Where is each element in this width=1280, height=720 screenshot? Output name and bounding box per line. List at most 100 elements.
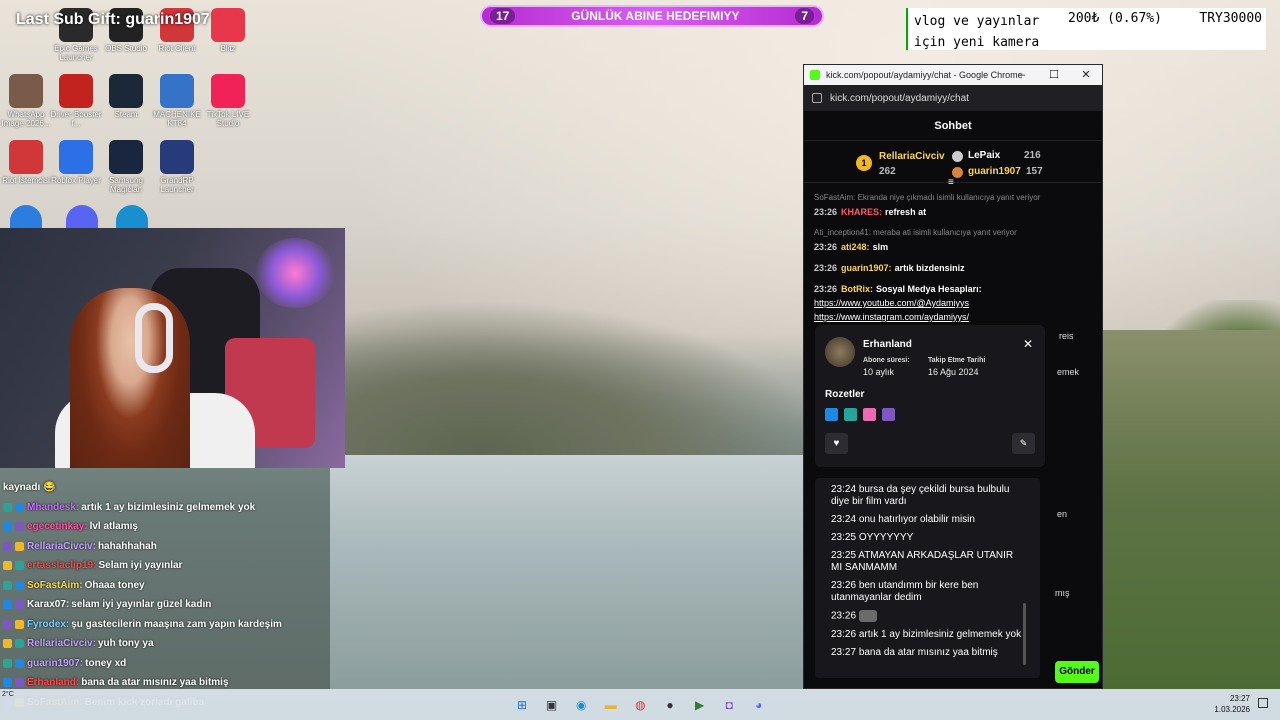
desktop-icon-label: OBS Studio <box>105 44 147 53</box>
system-clock[interactable]: 23:27 1.03.2026 <box>1214 693 1250 715</box>
stream-chat-text: Ohaaa toney <box>84 579 145 591</box>
history-message: 23:24 onu hatırlıyor olabilir misin <box>831 514 1024 526</box>
edge-icon[interactable]: ◉ <box>570 694 592 716</box>
social-link[interactable]: https://www.instagram.com/aydamiyys/ <box>804 310 1104 324</box>
stream-chat-row: SoFastAim: Ohaaa toney <box>0 576 330 596</box>
badges-title: Rozetler <box>825 389 865 400</box>
stream-chat-text: selam iyi yayınlar güzel kadın <box>71 599 212 610</box>
weather-widget[interactable]: 2°C <box>2 691 14 698</box>
grandrp-icon <box>160 140 194 174</box>
app-icon[interactable]: ◘ <box>718 694 740 716</box>
user-profile-card: Erhanland Abone süresi: 10 aylık Takip E… <box>815 325 1045 467</box>
chat-badge-icon <box>15 600 24 610</box>
message-username[interactable]: guarin1907: <box>841 263 892 273</box>
message-username[interactable]: BotRix: <box>841 284 873 294</box>
desktop-icon[interactable]: TikTok LIVE Studio <box>202 74 254 128</box>
close-window-button[interactable]: ✕ <box>1070 65 1102 85</box>
file-explorer-icon[interactable]: ▬ <box>600 694 622 716</box>
chat-message-list: SoFastAim: Ekranda niye çıkmadı isimli k… <box>804 191 1104 324</box>
stream-chat-user: egecetinkay: <box>27 521 88 532</box>
leader-2-name[interactable]: LePaix <box>968 150 1000 161</box>
stream-chat-text: kaynadı 😂 <box>3 482 56 493</box>
user-message-history: 23:24 bursa da şey çekildi bursa bulbulu… <box>815 478 1040 678</box>
chat-message: 23:26 ati248: slm <box>804 240 1104 254</box>
address-bar[interactable]: kick.com/popout/aydamiyy/chat <box>804 85 1102 111</box>
desktop-icon[interactable]: GrandRP Launcher <box>151 140 203 194</box>
driver-booster-icon <box>59 74 93 108</box>
desktop-icon[interactable]: Roblox Player <box>50 140 102 185</box>
desktop-icon-label: Epic Games Launcher <box>54 44 98 62</box>
reply-context[interactable]: Ati_inception41: meraba ati isimli kulla… <box>804 226 1104 240</box>
chat-badge-icon <box>3 580 12 590</box>
maximize-button[interactable]: ☐ <box>1038 65 1070 85</box>
follow-date-label: Takip Etme Tarihi <box>928 357 986 364</box>
chat-badge-icon <box>3 619 12 629</box>
chat-badge-icon <box>15 541 24 551</box>
chat-badge-icon <box>15 522 24 532</box>
social-link[interactable]: https://www.youtube.com/@Aydamiyys <box>804 296 1104 310</box>
reply-context[interactable]: SoFastAim: Ekranda niye çıkmadı isimli k… <box>804 191 1104 205</box>
desktop-icon[interactable]: Steam <box>100 74 152 119</box>
stream-chat-text: lvl atlamış <box>89 521 138 532</box>
message-text: slm <box>872 242 889 252</box>
user-avatar <box>825 337 855 367</box>
history-message: 23:26 <box>831 610 1024 623</box>
windows-start-icon[interactable]: ⊞ <box>511 694 533 716</box>
send-button[interactable]: Gönder <box>1055 661 1099 683</box>
site-info-icon[interactable] <box>812 93 822 103</box>
goal-right-count: 7 <box>795 8 814 24</box>
follow-date-value: 16 Ağu 2024 <box>928 367 979 377</box>
weather-temp: 2°C <box>2 691 14 698</box>
leader-3-name[interactable]: guarin1907 <box>968 166 1021 177</box>
history-scrollbar[interactable] <box>1023 603 1026 665</box>
follow-heart-button[interactable]: ♥ <box>825 433 848 454</box>
desktop-icon[interactable]: Samsung Magician <box>100 140 152 194</box>
history-text: bursa da şey çekildi bursa bulbulu diye … <box>831 484 1010 507</box>
desktop-icon[interactable]: WhatsApp Image 2026... <box>0 74 52 128</box>
leader-1-score: 262 <box>879 166 896 177</box>
desktop-icon-label: MACHENIKE KT84 <box>153 110 201 128</box>
desktop-icon-label: GrandRP Launcher <box>160 176 194 194</box>
riot-client-icon <box>9 140 43 174</box>
stream-chat-row: Mhandesk: artık 1 ay bizimlesiniz gelmeme… <box>0 498 330 518</box>
chrome-icon[interactable]: ◍ <box>629 694 651 716</box>
stream-chat-text: artık 1 ay bizimlesiniz gelmemek yok <box>81 501 256 513</box>
wallpaper-meadow <box>1100 330 1280 690</box>
goal-label: GÜNLÜK ABINE HEDEFIMIYY <box>571 9 740 23</box>
donation-amount: 200₺ (0.67%) <box>1068 11 1162 26</box>
stream-chat-row: Karax07: selam iyi yayınlar güzel kadın <box>0 595 330 615</box>
message-username[interactable]: KHARES: <box>841 207 882 217</box>
discord-icon[interactable] <box>66 205 98 228</box>
chat-badge-icon <box>15 639 24 649</box>
chat-message: 23:26 KHARES: refresh at <box>804 205 1104 219</box>
prime-badge-icon <box>825 408 838 421</box>
discord-icon[interactable]: ◕ <box>748 694 770 716</box>
expand-leaderboard-icon[interactable]: ≡ <box>948 177 954 188</box>
chat-badge-icon <box>3 522 12 532</box>
desktop-icon[interactable]: Riot İstemcisi <box>0 140 52 185</box>
task-view-icon[interactable]: ▣ <box>541 694 563 716</box>
card-username: Erhanland <box>863 339 912 350</box>
desktop-icon-label: Riot İstemcisi <box>2 176 50 185</box>
last-sub-gift-overlay: Last Sub Gift: guarin1907 <box>16 11 210 28</box>
desktop-icon[interactable]: MACHENIKE KT84 <box>151 74 203 128</box>
edit-button[interactable]: ✎ <box>1012 433 1035 454</box>
history-message: 23:27 bana da atar mısınız yaa bitmiş <box>831 647 1024 659</box>
donation-line-1: vlog ve yayınlar <box>914 14 1040 29</box>
minimize-button[interactable]: – <box>1006 65 1038 85</box>
history-message: 23:24 bursa da şey çekildi bursa bulbulu… <box>831 484 1024 508</box>
message-time: 23:26 <box>814 242 838 252</box>
history-text: bana da atar mısınız yaa bitmiş <box>858 646 998 658</box>
subscription-label: Abone süresi: <box>863 357 910 364</box>
chat-header: Sohbet <box>804 111 1102 141</box>
close-card-icon[interactable]: ✕ <box>1023 337 1033 351</box>
leader-1-name[interactable]: RellariaCivciv <box>879 151 945 162</box>
obs-icon[interactable]: ● <box>659 694 681 716</box>
messenger-icon[interactable] <box>10 205 42 228</box>
terminal-icon[interactable]: ▶ <box>689 694 711 716</box>
edge-icon[interactable] <box>116 205 148 228</box>
desktop-icon[interactable]: Driver Booster f... <box>50 74 102 128</box>
notification-icon[interactable] <box>1258 698 1268 708</box>
url-text: kick.com/popout/aydamiyy/chat <box>830 92 969 104</box>
message-username[interactable]: ati248: <box>841 242 870 252</box>
